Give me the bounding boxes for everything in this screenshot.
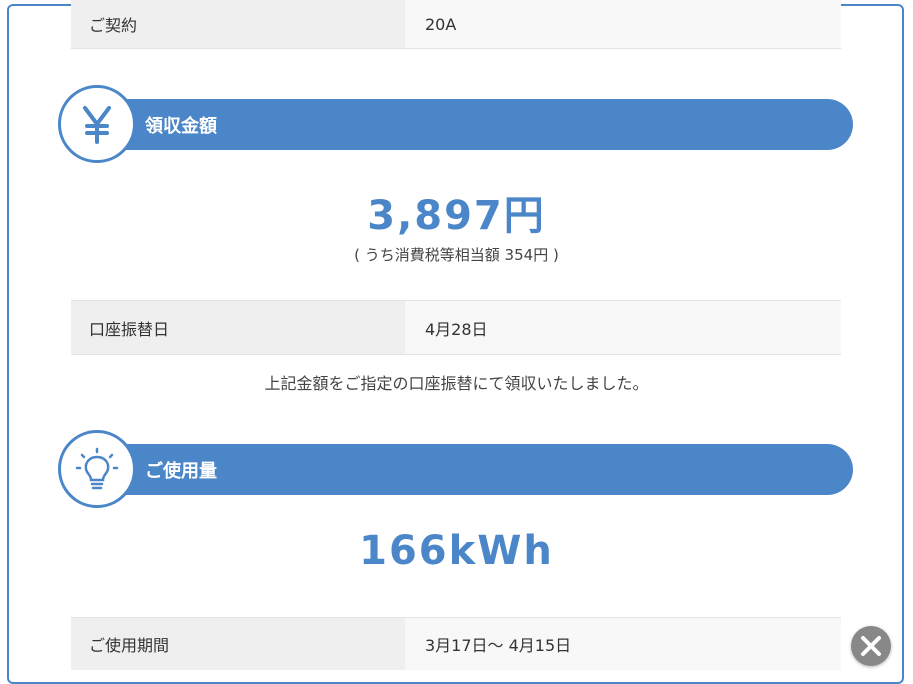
contract-value: 20A [405, 0, 841, 48]
usage-section-header: ご使用量 [100, 444, 853, 495]
transfer-date-row: 口座振替日 4月28日 [71, 300, 841, 355]
usage-period-value: 3月17日〜 4月15日 [405, 618, 841, 670]
billing-section-title: 領収金額 [145, 115, 217, 137]
contract-label: ご契約 [71, 0, 405, 48]
billing-section-header: 領収金額 [100, 99, 853, 150]
contract-row: ご契約 20A [71, 0, 841, 49]
yen-icon [58, 85, 136, 163]
transfer-date-label: 口座振替日 [71, 301, 405, 354]
lightbulb-icon [58, 430, 136, 508]
receipt-note: 上記金額をご指定の口座振替にて領収いたしました。 [264, 374, 649, 393]
usage-section-title: ご使用量 [145, 460, 217, 482]
usage-period-label: ご使用期間 [71, 618, 405, 670]
transfer-date-value: 4月28日 [405, 301, 841, 354]
close-button[interactable] [851, 626, 891, 666]
usage-period-row: ご使用期間 3月17日〜 4月15日 [71, 617, 841, 670]
billing-amount: 3,897円 [367, 193, 546, 239]
close-icon [861, 636, 881, 656]
usage-amount: 166kWh [359, 528, 554, 574]
tax-note: ( うち消費税等相当額 354円 ) [354, 246, 559, 264]
